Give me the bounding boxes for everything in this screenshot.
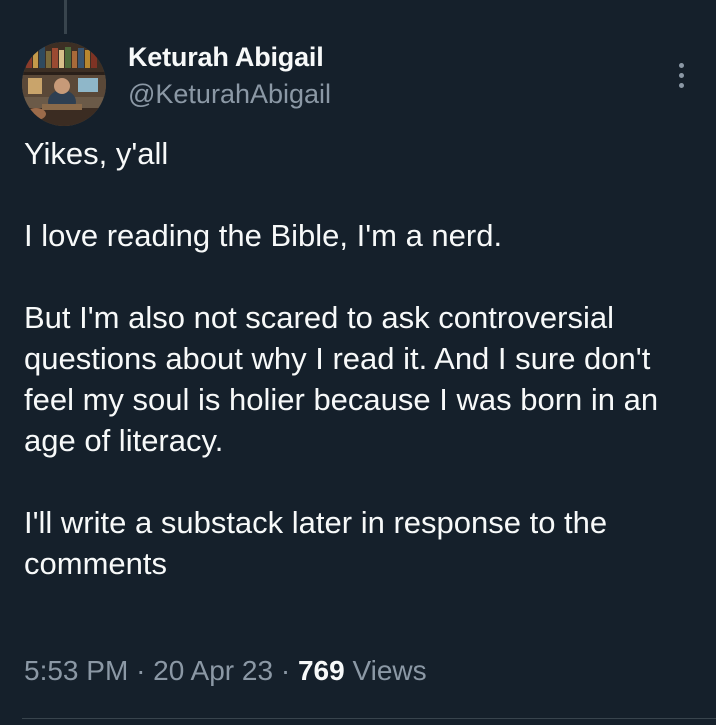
profile-photo-icon: [22, 42, 106, 126]
views-count[interactable]: 769: [298, 655, 345, 686]
avatar[interactable]: [22, 42, 106, 126]
more-options-dot: [678, 72, 684, 78]
meta-separator: ·: [136, 655, 146, 686]
more-options-button[interactable]: [668, 58, 694, 92]
tweet-metadata: 5:53 PM · 20 Apr 23 · 769 Views: [24, 655, 427, 687]
tweet-text: Yikes, y'all I love reading the Bible, I…: [24, 133, 704, 584]
tweet-paragraph: Yikes, y'all: [24, 136, 169, 171]
bottom-divider: [22, 718, 716, 719]
tweet-paragraph: But I'm also not scared to ask controver…: [24, 300, 659, 458]
author-handle[interactable]: @KeturahAbigail: [128, 79, 331, 110]
author-display-name[interactable]: Keturah Abigail: [128, 42, 324, 73]
tweet-date[interactable]: 20 Apr 23: [153, 655, 273, 686]
tweet-time[interactable]: 5:53 PM: [24, 655, 128, 686]
more-options-dot: [678, 82, 684, 88]
more-options-dot: [678, 62, 684, 68]
thread-connector-line: [64, 0, 67, 34]
tweet-paragraph: I love reading the Bible, I'm a nerd.: [24, 218, 503, 253]
views-label[interactable]: Views: [352, 655, 426, 686]
meta-separator: ·: [280, 655, 291, 686]
tweet-paragraph: I'll write a substack later in response …: [24, 505, 608, 581]
